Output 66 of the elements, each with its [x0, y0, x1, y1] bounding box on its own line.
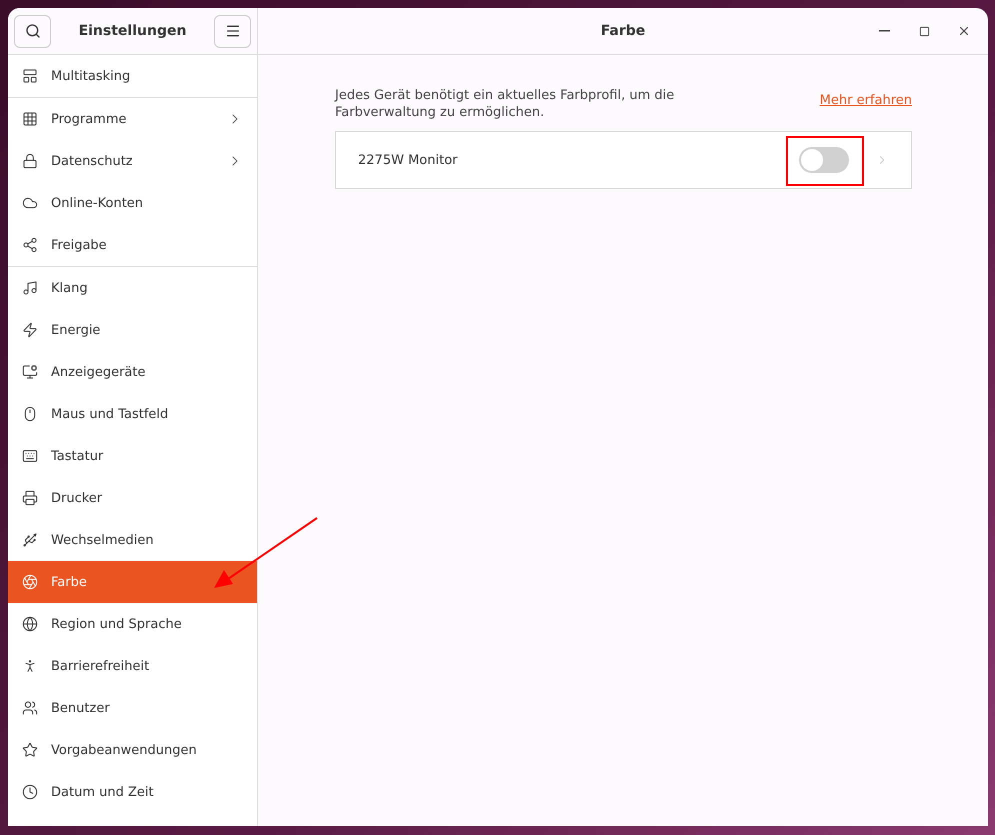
sidebar-item-label: Farbe	[51, 574, 88, 590]
sidebar-item[interactable]: Tastatur	[8, 435, 257, 477]
sidebar-item-label: Vorgabeanwendungen	[51, 742, 198, 758]
device-name: 2275W Monitor	[358, 152, 458, 168]
sidebar-item-label: Energie	[51, 322, 102, 338]
sidebar-item[interactable]: Klang	[8, 267, 257, 309]
sidebar-item-label: Benutzer	[51, 700, 111, 716]
sidebar-item[interactable]: Energie	[8, 309, 257, 351]
sidebar-item-label: Datenschutz	[51, 154, 134, 168]
menu-button[interactable]	[214, 14, 251, 48]
share-icon	[22, 237, 38, 253]
sidebar-item[interactable]: Online-Konten	[8, 182, 257, 224]
aperture-icon	[22, 574, 38, 590]
sidebar-item[interactable]: Vorgabeanwendungen	[8, 729, 257, 771]
search-icon	[24, 23, 40, 39]
learn-more-link[interactable]: Mehr erfahren	[820, 93, 912, 108]
sidebar-title: Einstellungen	[78, 23, 186, 39]
sidebar-item-label: Maus und Tastfeld	[51, 406, 170, 422]
device-row[interactable]: 2275W Monitor	[335, 131, 912, 189]
sidebar-item[interactable]: Datenschutz	[8, 140, 257, 182]
sidebar-item-label: Wechselmedien	[51, 532, 155, 548]
sidebar-item[interactable]: Region und Sprache	[8, 603, 257, 645]
sidebar-item[interactable]: Wechselmedien	[8, 519, 257, 561]
sidebar-item[interactable]: Anzeigegeräte	[8, 351, 257, 393]
music-note-icon	[22, 280, 38, 296]
close-icon	[957, 24, 971, 38]
lock-icon	[22, 153, 38, 169]
maximize-icon	[918, 26, 930, 36]
lightning-icon	[22, 322, 38, 338]
sidebar-item[interactable]: Barrierefreiheit	[8, 645, 257, 687]
mouse-icon	[22, 406, 38, 422]
sidebar-item-label: Datum und Zeit	[51, 784, 155, 800]
sidebar-item[interactable]: Farbe	[8, 561, 257, 603]
sidebar-item-label: Drucker	[51, 490, 104, 506]
monitor-icon	[22, 364, 38, 380]
sidebar-item[interactable]: Multitasking	[8, 55, 257, 97]
sidebar-item-label: Region und Sprache	[51, 616, 183, 632]
menu-icon	[224, 23, 240, 39]
sidebar-item-label: Programme	[51, 112, 128, 126]
search-button[interactable]	[14, 14, 51, 48]
keyboard-icon	[22, 448, 38, 464]
sidebar-item[interactable]: Benutzer	[8, 687, 257, 729]
description-text: Jedes Gerät benötigt ein aktuelles Farbprofil, um die Farbverwaltung zu ermöglichen.	[335, 87, 676, 121]
sidebar-item[interactable]: Freigabe	[8, 224, 257, 266]
sidebar-item-label: Online-Konten	[51, 196, 144, 210]
star-icon	[22, 742, 38, 758]
sidebar-item[interactable]: Maus und Tastfeld	[8, 393, 257, 435]
users-icon	[22, 700, 38, 716]
grid-icon	[22, 111, 38, 127]
cloud-icon	[22, 195, 38, 211]
sidebar-item[interactable]: Drucker	[8, 477, 257, 519]
toggle-switch[interactable]	[799, 147, 849, 173]
sidebar-item[interactable]: Programme	[8, 98, 257, 140]
clock-icon	[22, 784, 38, 800]
sidebar-item-label: Multitasking	[51, 68, 132, 84]
sidebar-item-label: Barrierefreiheit	[51, 658, 150, 674]
window-title: Farbe	[600, 23, 646, 39]
sidebar-item-label: Tastatur	[51, 448, 104, 464]
printer-icon	[22, 490, 38, 506]
minimize-icon	[878, 30, 890, 32]
sidebar-item-label: Freigabe	[51, 238, 108, 252]
sidebar-item-label: Klang	[51, 280, 89, 296]
sidebar-item-label: Anzeigegeräte	[51, 364, 146, 380]
sidebar-item[interactable]: Datum und Zeit	[8, 771, 257, 813]
windows-icon	[22, 68, 38, 84]
globe-icon	[22, 616, 38, 632]
